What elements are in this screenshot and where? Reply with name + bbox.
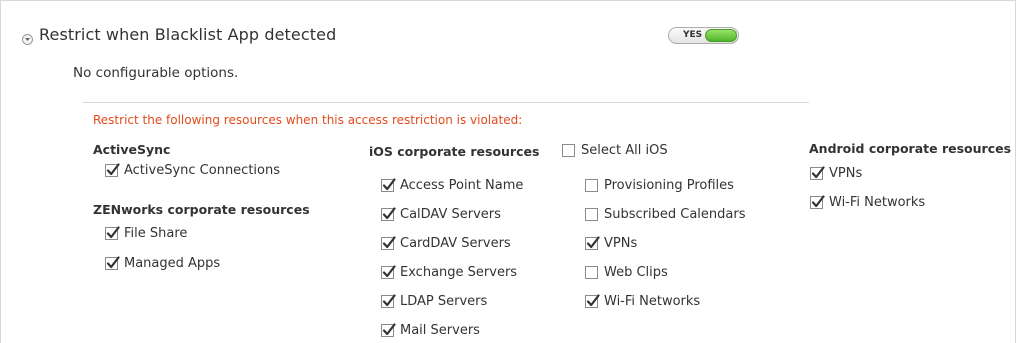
no-options-text: No configurable options.: [73, 65, 239, 81]
checkbox-managed-apps[interactable]: Managed Apps: [105, 253, 220, 273]
checkmark-icon: [106, 225, 120, 238]
checkbox-subscribed-calendars[interactable]: Subscribed Calendars: [585, 204, 745, 224]
checkmark-icon: [106, 255, 120, 268]
checkbox-label: CardDAV Servers: [400, 235, 511, 251]
checkbox-ios-wifi-networks[interactable]: Wi-Fi Networks: [585, 291, 745, 311]
ios-select-all-wrap: Select All iOS: [562, 143, 668, 158]
checkmark-icon: [382, 293, 396, 306]
checkbox-carddav-servers[interactable]: CardDAV Servers: [381, 233, 523, 253]
chevron-down-icon: [25, 38, 30, 41]
checkbox-label: Managed Apps: [124, 255, 221, 271]
checkbox-label: Exchange Servers: [400, 264, 518, 280]
checkbox-access-point-name[interactable]: Access Point Name: [381, 175, 523, 195]
checkbox[interactable]: [810, 194, 825, 209]
checkbox-provisioning-profiles[interactable]: Provisioning Profiles: [585, 175, 745, 195]
checkbox-mail-servers[interactable]: Mail Servers: [381, 320, 523, 340]
checkmark-icon: [811, 194, 825, 207]
checkbox-label: File Share: [124, 225, 188, 241]
checkbox-label: VPNs: [829, 165, 863, 181]
checkbox-label: Wi-Fi Networks: [604, 293, 701, 309]
android-list: VPNs Wi-Fi Networks: [810, 163, 925, 212]
checkbox[interactable]: [585, 235, 600, 250]
enabled-toggle[interactable]: YES: [668, 27, 739, 44]
checkmark-icon: [382, 177, 396, 190]
toggle-label: YES: [683, 30, 703, 40]
checkbox-label: LDAP Servers: [400, 293, 488, 309]
checkbox[interactable]: [585, 265, 598, 279]
checkbox-label: ActiveSync Connections: [124, 163, 281, 178]
expand-collapse-button[interactable]: [22, 34, 33, 45]
checkbox-label: Provisioning Profiles: [604, 177, 734, 193]
checkmark-icon: [382, 235, 396, 248]
zenworks-title: ZENworks corporate resources: [93, 202, 310, 217]
checkbox-label: VPNs: [604, 235, 638, 251]
rule-title: Restrict when Blacklist App detected: [39, 25, 337, 44]
checkbox[interactable]: [381, 322, 396, 337]
checkbox-select-all-ios[interactable]: Select All iOS: [562, 143, 668, 158]
checkbox-label: Web Clips: [604, 264, 668, 280]
section-divider: [83, 102, 809, 103]
restriction-heading: Restrict the following resources when th…: [93, 113, 523, 127]
ios-list-col2: Provisioning Profiles Subscribed Calenda…: [585, 175, 745, 311]
checkmark-icon: [382, 206, 396, 219]
checkbox-file-share[interactable]: File Share: [105, 223, 220, 243]
checkmark-icon: [382, 322, 396, 335]
checkbox-label: Subscribed Calendars: [604, 206, 746, 222]
checkbox-ios-vpns[interactable]: VPNs: [585, 233, 745, 253]
checkbox-label: Access Point Name: [400, 177, 524, 193]
checkmark-icon: [106, 163, 120, 176]
checkbox-android-vpns[interactable]: VPNs: [810, 163, 925, 183]
checkbox[interactable]: [381, 206, 396, 221]
checkmark-icon: [586, 293, 600, 306]
checkmark-icon: [586, 235, 600, 248]
checkbox-android-wifi-networks[interactable]: Wi-Fi Networks: [810, 192, 925, 212]
toggle-knob: [705, 29, 737, 42]
checkbox-web-clips[interactable]: Web Clips: [585, 262, 745, 282]
checkbox[interactable]: [105, 225, 120, 240]
checkbox-label: Wi-Fi Networks: [829, 194, 926, 210]
checkbox-activesync-connections[interactable]: ActiveSync Connections: [105, 163, 280, 178]
activesync-title: ActiveSync: [93, 142, 171, 157]
checkmark-icon: [382, 264, 396, 277]
android-title: Android corporate resources: [809, 141, 1012, 156]
ios-list-col1: Access Point Name CalDAV Servers CardDAV…: [381, 175, 523, 340]
checkbox[interactable]: [381, 293, 396, 308]
checkbox-label: CalDAV Servers: [400, 206, 501, 222]
activesync-list: ActiveSync Connections: [105, 163, 280, 178]
checkbox[interactable]: [105, 255, 120, 270]
checkbox[interactable]: [105, 163, 120, 177]
checkmark-icon: [811, 165, 825, 178]
checkbox[interactable]: [562, 144, 575, 157]
checkbox-caldav-servers[interactable]: CalDAV Servers: [381, 204, 523, 224]
checkbox[interactable]: [810, 165, 825, 180]
checkbox[interactable]: [585, 178, 598, 192]
zenworks-list: File Share Managed Apps: [105, 223, 220, 273]
checkbox-label: Select All iOS: [581, 143, 668, 158]
checkbox-label: Mail Servers: [400, 322, 480, 338]
checkbox[interactable]: [381, 264, 396, 279]
checkbox[interactable]: [381, 177, 396, 192]
restriction-panel: Restrict when Blacklist App detected YES…: [0, 0, 1016, 343]
checkbox-exchange-servers[interactable]: Exchange Servers: [381, 262, 523, 282]
checkbox[interactable]: [585, 293, 600, 308]
checkbox[interactable]: [381, 235, 396, 250]
ios-title: iOS corporate resources: [369, 144, 540, 159]
checkbox-ldap-servers[interactable]: LDAP Servers: [381, 291, 523, 311]
checkbox[interactable]: [585, 207, 598, 221]
